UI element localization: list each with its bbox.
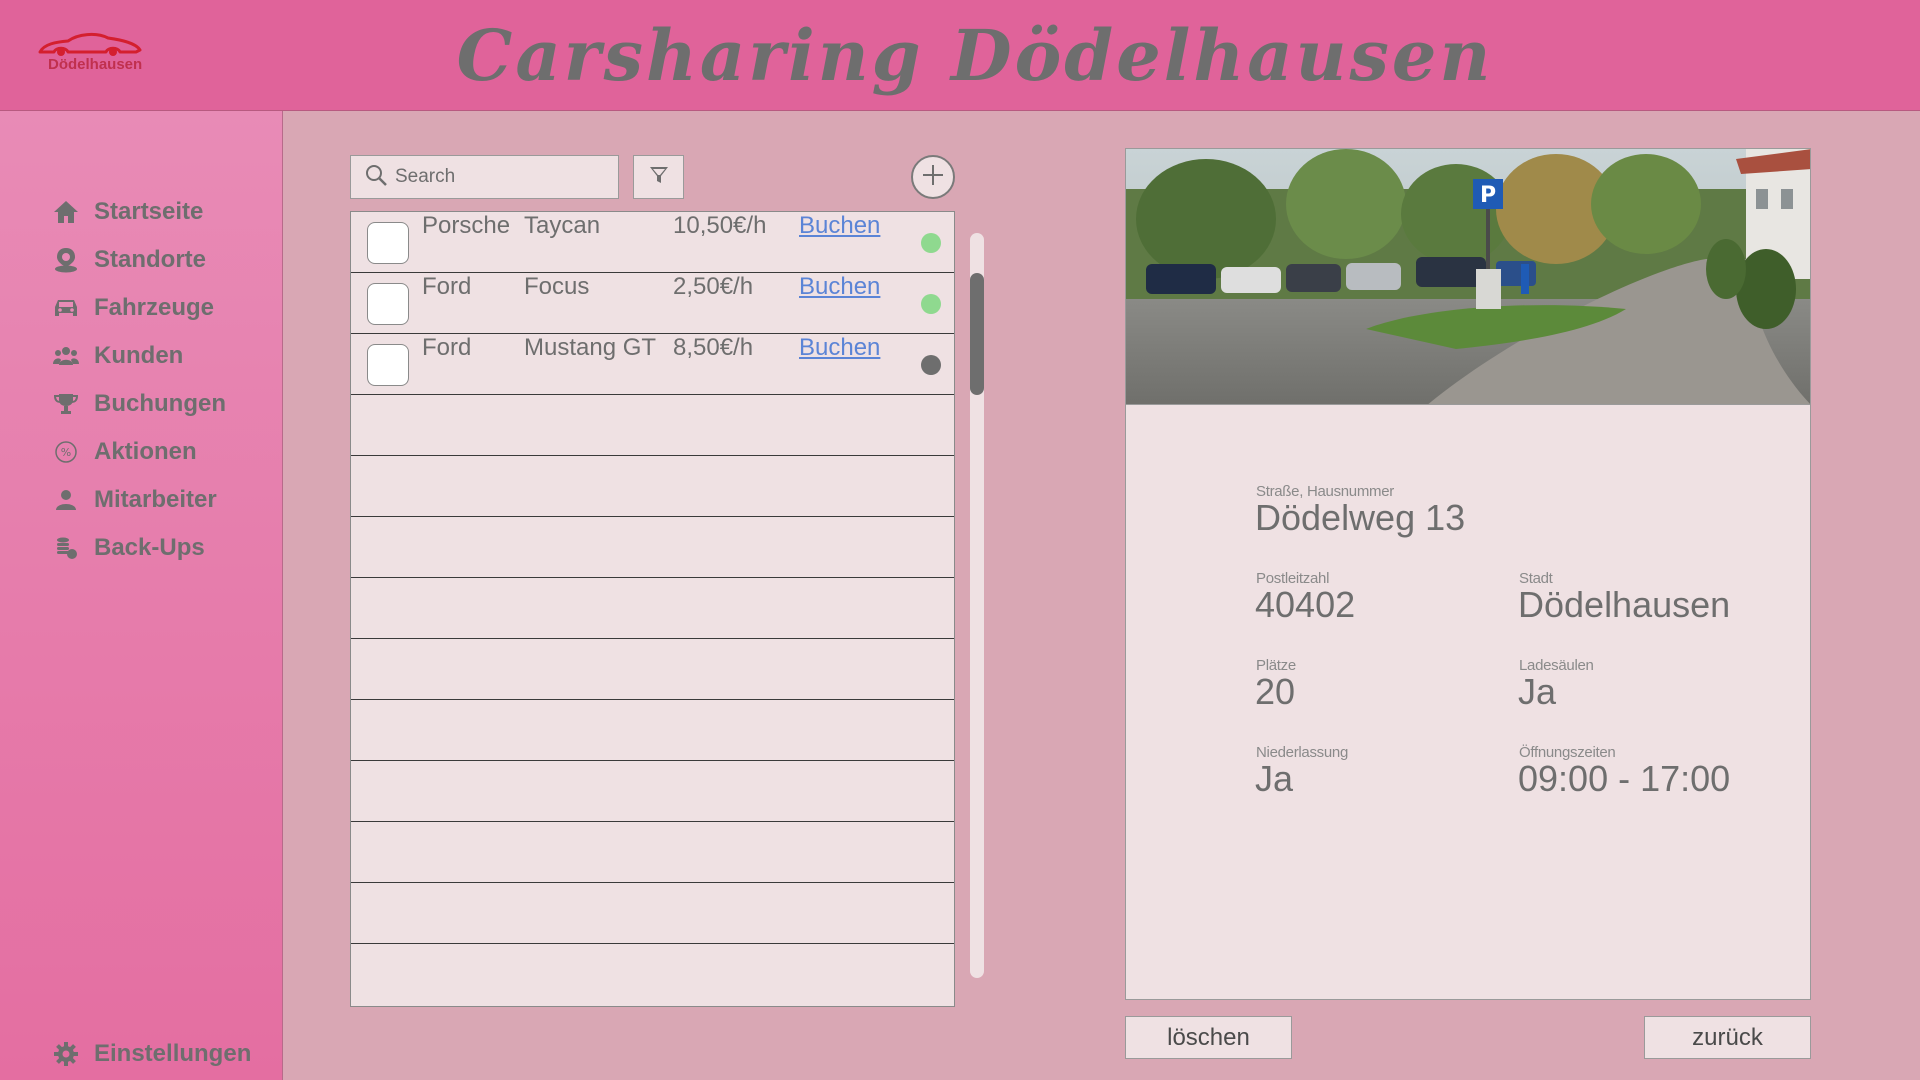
- vehicle-price: 8,50€/h: [673, 334, 754, 361]
- sidebar-item-buchungen[interactable]: Buchungen: [52, 388, 226, 420]
- sidebar-item-startseite[interactable]: Startseite: [52, 196, 203, 228]
- book-link[interactable]: Buchen: [799, 212, 880, 273]
- book-link[interactable]: Buchen: [799, 334, 880, 395]
- parking-lot-photo-icon: P: [1126, 149, 1810, 404]
- row-checkbox[interactable]: [367, 344, 409, 386]
- empty-table-row: [351, 883, 954, 944]
- vehicle-model: Mustang GT: [524, 334, 657, 361]
- sidebar-item-mitarbeiter[interactable]: Mitarbeiter: [52, 484, 217, 516]
- vehicle-model: Focus: [524, 273, 590, 300]
- scrollbar-thumb[interactable]: [970, 273, 984, 395]
- vehicle-model: Taycan: [524, 212, 601, 239]
- search-box[interactable]: [350, 155, 619, 199]
- table-row[interactable]: Ford Focus 2,50€/h Buchen: [351, 273, 954, 334]
- vehicle-make: Ford: [422, 334, 472, 361]
- sidebar-item-label: Standorte: [94, 246, 207, 273]
- sidebar-item-label: Buchungen: [94, 390, 226, 417]
- sidebar-item-fahrzeuge[interactable]: Fahrzeuge: [52, 292, 214, 324]
- sidebar-item-kunden[interactable]: Kunden: [52, 340, 183, 372]
- empty-table-row: [351, 517, 954, 578]
- delete-button[interactable]: löschen: [1125, 1016, 1292, 1059]
- row-checkbox[interactable]: [367, 283, 409, 325]
- vehicle-price: 2,50€/h: [673, 273, 754, 300]
- location-pin-icon: [52, 246, 80, 274]
- city-value: Dödelhausen: [1518, 584, 1731, 625]
- spots-value: 20: [1255, 671, 1296, 712]
- gear-icon: [52, 1040, 80, 1068]
- empty-table-row: [351, 761, 954, 822]
- percent-badge-icon: %: [52, 438, 80, 466]
- sidebar-item-standorte[interactable]: Standorte: [52, 244, 206, 276]
- charging-value: Ja: [1518, 671, 1557, 712]
- sidebar-item-label: Aktionen: [94, 438, 197, 465]
- empty-table-row: [351, 456, 954, 517]
- sidebar-item-label: Einstellungen: [94, 1040, 252, 1067]
- search-icon: [365, 164, 387, 190]
- row-checkbox[interactable]: [367, 222, 409, 264]
- empty-table-row: [351, 700, 954, 761]
- table-row[interactable]: Porsche Taycan 10,50€/h Buchen: [351, 212, 954, 273]
- empty-table-row: [351, 395, 954, 456]
- add-vehicle-button[interactable]: [911, 155, 955, 199]
- home-icon: [52, 198, 80, 226]
- sidebar-item-backups[interactable]: Back-Ups: [52, 532, 205, 564]
- status-available-icon: [921, 294, 941, 314]
- svg-text:%: %: [61, 446, 71, 459]
- plus-icon: [920, 162, 946, 192]
- coins-icon: [52, 534, 80, 562]
- search-input[interactable]: [395, 166, 595, 188]
- status-available-icon: [921, 233, 941, 253]
- zip-value: 40402: [1255, 584, 1356, 625]
- empty-table-row: [351, 639, 954, 700]
- filter-button[interactable]: [633, 155, 684, 199]
- vehicle-make: Ford: [422, 273, 472, 300]
- empty-table-row: [351, 822, 954, 883]
- location-photo: P: [1125, 148, 1811, 405]
- vehicle-make: Porsche: [422, 212, 511, 239]
- sidebar-item-einstellungen[interactable]: Einstellungen: [52, 1038, 251, 1070]
- sidebar-item-label: Startseite: [94, 198, 204, 225]
- filter-icon: [648, 164, 670, 190]
- trophy-icon: [52, 390, 80, 418]
- sidebar-item-label: Back-Ups: [94, 534, 205, 561]
- back-button[interactable]: zurück: [1644, 1016, 1811, 1059]
- users-icon: [52, 342, 80, 370]
- vehicle-price: 10,50€/h: [673, 212, 767, 239]
- vehicle-table: Porsche Taycan 10,50€/h Buchen Ford Focu…: [350, 211, 955, 1007]
- book-link[interactable]: Buchen: [799, 273, 880, 334]
- svg-text:P: P: [1480, 183, 1496, 208]
- sidebar-item-label: Fahrzeuge: [94, 294, 215, 321]
- sidebar-item-label: Kunden: [94, 342, 184, 369]
- table-row[interactable]: Ford Mustang GT 8,50€/h Buchen: [351, 334, 954, 395]
- sidebar-item-label: Mitarbeiter: [94, 486, 217, 513]
- status-unavailable-icon: [921, 355, 941, 375]
- empty-table-row: [351, 578, 954, 639]
- street-value: Dödelweg 13: [1255, 497, 1466, 538]
- sidebar: Startseite Standorte Fahrzeuge Kunden Bu…: [0, 111, 283, 1080]
- hours-value: 09:00 - 17:00: [1518, 758, 1731, 799]
- car-icon: [52, 294, 80, 322]
- app-title: Carsharing Dödelhausen: [456, 14, 1494, 97]
- branch-value: Ja: [1255, 758, 1294, 799]
- user-icon: [52, 486, 80, 514]
- sidebar-item-aktionen[interactable]: % Aktionen: [52, 436, 197, 468]
- app-header: Dödelhausen Carsharing Dödelhausen: [0, 0, 1920, 111]
